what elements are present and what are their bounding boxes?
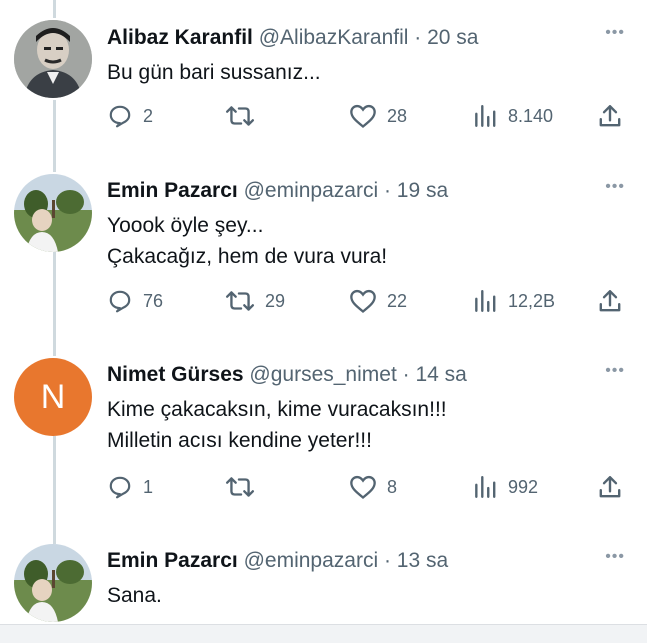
retweet-icon <box>225 106 255 126</box>
tweet[interactable]: Alibaz Karanfil @AlibazKaranfil · 20 sa … <box>0 0 647 172</box>
like-count: 28 <box>387 105 408 126</box>
more-options-icon[interactable]: ••• <box>605 24 625 42</box>
reply-button[interactable]: 1 <box>107 472 153 502</box>
reply-button[interactable]: 2 <box>107 101 153 131</box>
timestamp[interactable]: · 20 sa <box>414 26 478 49</box>
reply-icon <box>109 105 131 128</box>
action-bar: 2 28 8.140 <box>107 101 627 131</box>
reply-count: 76 <box>143 290 164 311</box>
tweet-text-line: Kime çakacaksın, kime vuracaksın!!! <box>107 398 447 421</box>
tweet-text: Sana. <box>107 580 162 611</box>
author-name[interactable]: Emin Pazarcı <box>107 549 238 572</box>
avatar[interactable] <box>14 544 92 622</box>
reply-icon <box>109 290 131 313</box>
more-options-icon[interactable]: ••• <box>605 362 625 380</box>
tweet[interactable]: Emin Pazarcı @eminpazarci · 19 sa ••• Yo… <box>0 172 647 348</box>
retweet-icon <box>225 477 255 497</box>
views-icon <box>475 290 496 312</box>
views-button[interactable]: 8.140 <box>472 101 553 131</box>
timestamp[interactable]: · 13 sa <box>384 549 448 572</box>
like-button[interactable]: 28 <box>349 101 407 131</box>
tweet[interactable]: N Nimet Gürses @gurses_nimet · 14 sa •••… <box>0 356 647 542</box>
tweet-header: Emin Pazarcı @eminpazarci · 13 sa <box>107 548 448 574</box>
action-bar: 76 29 22 12,2B <box>107 286 627 316</box>
retweet-button[interactable]: 29 <box>225 286 285 316</box>
tweet-text-line: Çakacağız, hem de vura vura! <box>107 245 388 268</box>
views-count: 992 <box>508 476 539 497</box>
avatar-initial: N <box>40 377 66 416</box>
author-handle[interactable]: @eminpazarci <box>244 549 379 572</box>
avatar[interactable] <box>14 20 92 98</box>
retweet-button[interactable] <box>225 101 265 131</box>
action-bar: 1 8 992 <box>107 472 627 502</box>
tweet-text: Yoook öyle şey... Çakacağız, hem de vura… <box>107 210 387 272</box>
share-icon <box>599 105 621 127</box>
avatar[interactable]: N <box>14 358 92 436</box>
tweet-text: Kime çakacaksın, kime vuracaksın!!! Mill… <box>107 394 447 456</box>
timestamp[interactable]: · 19 sa <box>384 179 448 202</box>
reply-icon <box>109 476 131 499</box>
retweet-count: 29 <box>265 290 286 311</box>
tweet-text-line: Yoook öyle şey... <box>107 214 264 237</box>
retweet-button[interactable] <box>225 472 265 502</box>
tweet-text-line: Sana. <box>107 584 162 607</box>
author-name[interactable]: Alibaz Karanfil <box>107 26 253 49</box>
tweet[interactable]: Emin Pazarcı @eminpazarci · 13 sa ••• Sa… <box>0 542 647 624</box>
views-button[interactable]: 12,2B <box>472 286 555 316</box>
heart-icon <box>350 104 376 128</box>
share-button[interactable] <box>597 101 623 131</box>
like-button[interactable]: 22 <box>349 286 407 316</box>
author-name[interactable]: Emin Pazarcı <box>107 179 238 202</box>
more-options-icon[interactable]: ••• <box>605 178 625 196</box>
reply-count: 1 <box>143 476 154 497</box>
views-icon <box>475 476 496 498</box>
tweet-text-line: Milletin acısı kendine yeter!!! <box>107 429 372 452</box>
share-button[interactable] <box>597 286 623 316</box>
share-button[interactable] <box>597 472 623 502</box>
views-icon <box>475 105 496 127</box>
more-options-icon[interactable]: ••• <box>605 548 625 566</box>
author-handle[interactable]: @eminpazarci <box>244 179 379 202</box>
heart-icon <box>350 289 376 313</box>
like-count: 22 <box>387 290 408 311</box>
tweet-header: Alibaz Karanfil @AlibazKaranfil · 20 sa <box>107 25 478 51</box>
tweet-header: Emin Pazarcı @eminpazarci · 19 sa <box>107 178 448 204</box>
tweet-text: Bu gün bari sussanız... <box>107 57 321 88</box>
reply-count: 2 <box>143 105 154 126</box>
heart-icon <box>350 475 376 499</box>
timestamp[interactable]: · 14 sa <box>403 363 467 386</box>
author-name[interactable]: Nimet Gürses <box>107 363 244 386</box>
author-handle[interactable]: @AlibazKaranfil <box>259 26 409 49</box>
retweet-icon <box>225 291 255 311</box>
reply-button[interactable]: 76 <box>107 286 163 316</box>
views-button[interactable]: 992 <box>472 472 538 502</box>
avatar[interactable] <box>14 174 92 252</box>
tweet-header: Nimet Gürses @gurses_nimet · 14 sa <box>107 362 467 388</box>
author-handle[interactable]: @gurses_nimet <box>249 363 396 386</box>
views-count: 12,2B <box>508 290 556 311</box>
tweet-text-line: Bu gün bari sussanız... <box>107 61 321 84</box>
reply-bar[interactable] <box>0 624 647 643</box>
like-count: 8 <box>387 476 398 497</box>
share-icon <box>599 290 621 312</box>
share-icon <box>599 476 621 498</box>
views-count: 8.140 <box>508 105 554 126</box>
like-button[interactable]: 8 <box>349 472 397 502</box>
